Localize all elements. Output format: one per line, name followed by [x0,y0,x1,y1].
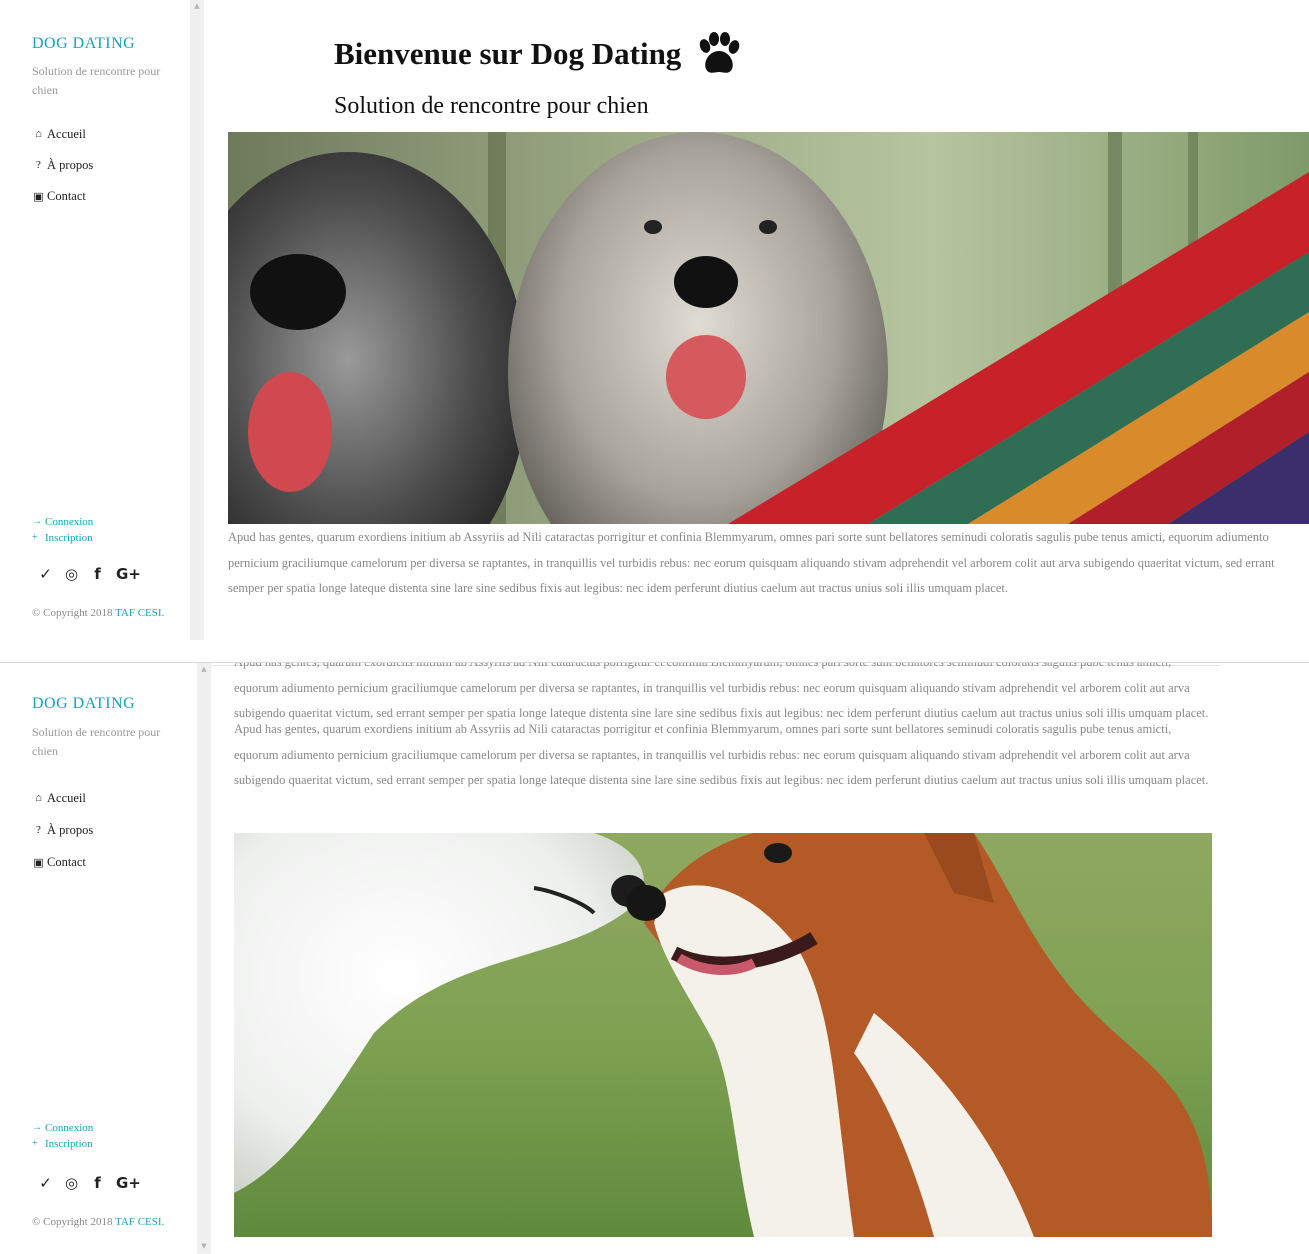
page-title: Bienvenue sur Dog Dating [334,32,741,76]
copyright-brand-link[interactable]: TAF CESI. [115,607,164,619]
social-links: ✓ ◎ f G+ [38,1174,141,1192]
sidebar: DOG DATING Solution de rencontre pour ch… [0,0,190,640]
content-paragraph: Apud has gentes, quarum exordiens initiu… [234,722,1209,787]
inscription-link[interactable]: + Inscription [32,1136,93,1152]
sidebar-item-label: Accueil [47,126,86,141]
inscription-label: Inscription [45,1138,93,1150]
sidebar-item-contact[interactable]: ▣ Contact [32,186,93,206]
sidebar-scrollbar[interactable]: ▲ [190,0,204,640]
sign-in-icon: → [32,1122,42,1133]
sidebar-item-label: Accueil [47,790,86,805]
twitter-icon[interactable]: ✓ [38,565,53,583]
sidebar-subtitle: Solution de rencontre pour chien [32,725,161,758]
sidebar-scrollbar[interactable]: ▲ ▼ [197,663,211,1254]
screenshot-separator [0,640,1309,662]
sidebar-brand-title[interactable]: DOG DATING [32,695,135,713]
paw-icon [700,32,740,73]
sidebar-item-accueil[interactable]: ⌂ Accueil [32,124,93,144]
page-title-brand: Dog Dating [530,36,682,71]
sidebar-nav: ⌂ Accueil ? À propos ▣ Contact [32,124,93,206]
instagram-icon[interactable]: ◎ [64,1174,79,1192]
sidebar-item-label: À propos [47,157,94,172]
top-viewport: DOG DATING Solution de rencontre pour ch… [0,0,1309,640]
sidebar: DOG DATING Solution de rencontre pour ch… [0,663,197,1254]
intro-paragraph: Apud has gentes, quarum exordiens initiu… [228,530,1275,595]
connexion-link[interactable]: → Connexion [32,1120,93,1136]
scroll-down-arrow-icon[interactable]: ▼ [197,1242,211,1254]
copyright-brand-link[interactable]: TAF CESI. [115,1216,164,1228]
copyright-text: © Copyright 2018 [32,1216,113,1228]
sidebar-item-label: Contact [47,854,86,869]
copyright: © Copyright 2018 TAF CESI. [32,1216,164,1228]
google-plus-icon[interactable]: G+ [116,565,141,583]
question-circle-icon: ? [36,159,41,171]
connexion-label: Connexion [45,1122,94,1134]
bottom-viewport: Apud has gentes, quarum exordiens initiu… [0,662,1309,1254]
social-links: ✓ ◎ f G+ [38,565,141,583]
sidebar-subtitle: Solution de rencontre pour chien [32,64,161,97]
inscription-label: Inscription [45,532,93,544]
hero-image [228,132,1309,524]
copyright-text: © Copyright 2018 [32,607,113,619]
sidebar-auth-links: → Connexion + Inscription [32,514,93,546]
sidebar-item-a-propos[interactable]: ? À propos [32,820,93,840]
scroll-up-arrow-icon[interactable]: ▲ [197,665,211,677]
sidebar-item-label: À propos [47,822,94,837]
sidebar-brand-title[interactable]: DOG DATING [32,35,135,53]
connexion-label: Connexion [45,516,94,528]
connexion-link[interactable]: → Connexion [32,514,93,530]
contact-card-icon: ▣ [33,856,44,869]
question-circle-icon: ? [36,824,41,836]
contact-card-icon: ▣ [33,190,44,203]
copyright: © Copyright 2018 TAF CESI. [32,607,164,619]
sidebar-auth-links: → Connexion + Inscription [32,1120,93,1152]
home-icon: ⌂ [35,128,42,140]
sidebar-item-contact[interactable]: ▣ Contact [32,852,93,872]
page-title-prefix: Bienvenue sur [334,36,523,71]
sidebar-item-accueil[interactable]: ⌂ Accueil [32,788,93,808]
user-plus-icon: + [32,1138,38,1149]
google-plus-icon[interactable]: G+ [116,1174,141,1192]
facebook-icon[interactable]: f [90,565,105,583]
user-plus-icon: + [32,532,38,543]
sidebar-nav: ⌂ Accueil ? À propos ▣ Contact [32,788,93,872]
instagram-icon[interactable]: ◎ [64,565,79,583]
sidebar-item-a-propos[interactable]: ? À propos [32,155,93,175]
facebook-icon[interactable]: f [90,1174,105,1192]
dogs-photo [234,833,1212,1237]
sign-in-icon: → [32,516,42,527]
home-icon: ⌂ [35,792,42,804]
inscription-link[interactable]: + Inscription [32,530,93,546]
twitter-icon[interactable]: ✓ [38,1174,53,1192]
page-subtitle: Solution de rencontre pour chien [334,93,649,119]
scroll-up-arrow-icon[interactable]: ▲ [190,2,204,14]
sidebar-item-label: Contact [47,188,86,203]
